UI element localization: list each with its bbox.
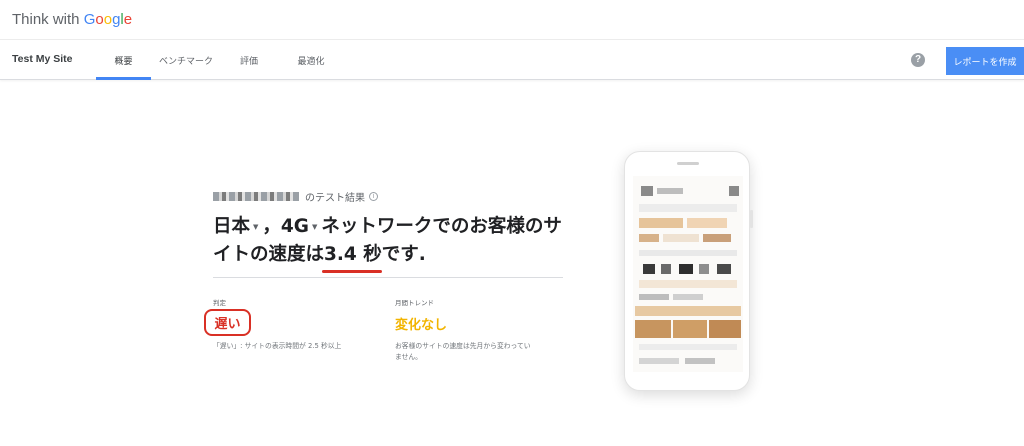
logo-letter: e xyxy=(123,11,133,28)
country-selector[interactable]: 日本 ▼ xyxy=(213,213,262,241)
active-tab-indicator xyxy=(96,77,151,80)
trend-label: 月間トレンド xyxy=(395,299,434,307)
subtitle-text: のテスト結果 xyxy=(305,193,365,204)
blurred-site-preview xyxy=(633,176,743,372)
speed-underline xyxy=(322,270,382,273)
network-selector[interactable]: 4G ▼ xyxy=(281,213,321,241)
top-nav: Test My Site 概要 ベンチマーク 評価 最適化 ? xyxy=(0,40,1024,80)
comma: ， xyxy=(262,216,281,237)
verdict-value: 遅い xyxy=(214,317,241,332)
speed-value: 3.4 秒 xyxy=(324,244,382,265)
tab-overview[interactable]: 概要 xyxy=(96,40,151,80)
tab-benchmark[interactable]: ベンチマーク xyxy=(158,40,214,80)
brand-bar: Think with Google xyxy=(0,0,1024,40)
caret-down-icon: ▼ xyxy=(311,223,318,231)
speed-value-wrap: 3.4 秒 xyxy=(322,241,382,273)
network-value: 4G xyxy=(280,216,309,237)
caret-down-icon: ▼ xyxy=(253,223,259,231)
trend-value: 変化なし xyxy=(395,318,448,333)
logo-prefix: Think with xyxy=(12,11,84,28)
logo-letter: o xyxy=(103,11,113,28)
trend-note-line: お客様のサイトの速度は先月から変わってい xyxy=(395,342,531,350)
headline-text-2: です. xyxy=(381,244,426,265)
logo-letter: o xyxy=(95,11,104,28)
help-circle-icon[interactable]: ? xyxy=(911,53,925,67)
speed-headline: 日本 ▼， 4G ▼ ネットワークでのお客様のサイトの速度は3.4 秒です. xyxy=(213,213,573,273)
verdict-note: 「遅い」: サイトの表示時間が 2.5 秒以上 xyxy=(213,342,342,350)
result-subtitle: のテスト結果 i xyxy=(213,189,378,204)
trend-note: お客様のサイトの速度は先月から変わってい ません。 xyxy=(395,341,531,363)
product-title: Test My Site xyxy=(12,53,73,65)
redacted-domain xyxy=(213,192,299,201)
phone-side-button xyxy=(750,210,753,228)
tab-optimization[interactable]: 最適化 xyxy=(290,40,332,80)
create-report-button[interactable]: レポートを作成 xyxy=(946,47,1024,75)
phone-speaker xyxy=(677,162,699,165)
verdict-label: 判定 xyxy=(213,299,226,307)
divider xyxy=(213,277,563,278)
logo-letter: G xyxy=(83,11,96,28)
verdict-badge: 遅い xyxy=(204,309,251,336)
country-value: 日本 xyxy=(213,216,251,237)
info-circle-icon[interactable]: i xyxy=(369,192,378,201)
think-with-google-logo[interactable]: Think with Google xyxy=(12,11,132,28)
phone-mockup xyxy=(624,151,753,391)
tab-evaluation[interactable]: 評価 xyxy=(230,40,268,80)
trend-note-line: ません。 xyxy=(395,353,422,361)
